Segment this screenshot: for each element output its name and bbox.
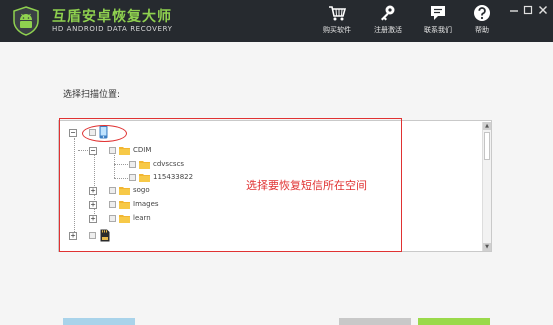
annotation-circle <box>82 125 127 142</box>
buy-software-button[interactable]: 购买软件 <box>315 4 359 38</box>
maximize-icon[interactable] <box>522 4 534 16</box>
chat-icon <box>431 6 445 20</box>
scroll-down-arrow-icon[interactable]: ▼ <box>483 243 491 251</box>
back-button[interactable] <box>63 318 135 325</box>
help-label: 帮助 <box>475 26 489 34</box>
register-activate-button[interactable]: 注册激活 <box>366 4 410 38</box>
secondary-button[interactable] <box>339 318 411 325</box>
help-button[interactable]: 帮助 <box>460 4 504 38</box>
title-bar: 互盾安卓恢复大师 HD ANDROID DATA RECOVERY 购买软件 注… <box>0 0 553 42</box>
contact-us-button[interactable]: 联系我们 <box>416 4 460 38</box>
tree-scrollbar[interactable]: ▲ ▼ <box>482 122 491 251</box>
minimize-icon[interactable] <box>508 4 520 16</box>
contact-us-label: 联系我们 <box>424 26 452 34</box>
app-subtitle: HD ANDROID DATA RECOVERY <box>52 25 173 33</box>
scrollbar-thumb[interactable] <box>484 132 490 160</box>
cart-icon <box>329 6 346 21</box>
scan-location-label: 选择扫描位置: <box>63 90 121 100</box>
register-activate-label: 注册激活 <box>374 26 402 34</box>
help-icon <box>474 5 490 21</box>
close-icon[interactable] <box>537 4 549 16</box>
buy-software-label: 购买软件 <box>323 26 351 34</box>
start-scan-button[interactable] <box>418 318 490 325</box>
android-shield-logo-icon <box>13 6 39 36</box>
app-title: 互盾安卓恢复大师 <box>52 9 172 25</box>
annotation-text: 选择要恢复短信所在空间 <box>246 179 367 192</box>
scroll-up-arrow-icon[interactable]: ▲ <box>483 122 491 130</box>
key-icon <box>381 5 395 21</box>
